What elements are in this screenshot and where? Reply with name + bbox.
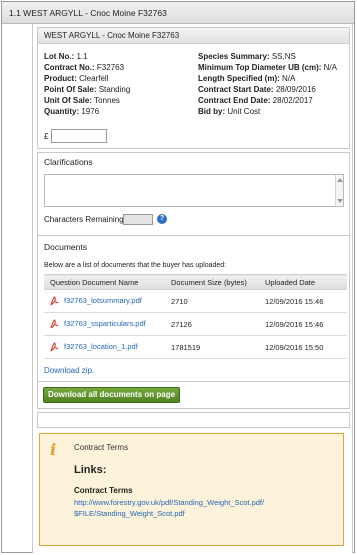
field-point-of-sale: Point Of Sale: Standing <box>44 85 131 94</box>
col-uploaded-date: Uploaded Date <box>259 274 347 290</box>
documents-panel: Documents Below are a list of documents … <box>37 235 350 395</box>
links-heading: Links: <box>74 464 107 476</box>
documents-table-header: Question Document Name Document Size (by… <box>44 274 347 290</box>
field-contract-end-date: Contract End Date: 28/02/2017 <box>198 96 313 105</box>
field-product: Product: Clearfell <box>44 74 109 83</box>
contract-terms-url-line1[interactable]: http://www.forestry.gov.uk/pdf/Standing_… <box>74 498 264 507</box>
documents-title: Documents <box>44 242 87 252</box>
contract-terms-url-line2[interactable]: $FILE/Standing_Weight_Scot.pdf <box>74 509 185 518</box>
download-zip-link[interactable]: Download zip. <box>44 366 94 375</box>
download-all-bar: Download all documents on page <box>37 381 350 409</box>
clarifications-textarea[interactable] <box>44 174 344 207</box>
document-size: 27126 <box>165 312 259 336</box>
col-document-size: Document Size (bytes) <box>165 274 259 290</box>
field-contract-no: Contract No.: F32763 <box>44 63 125 72</box>
field-length-specified: Length Specified (m): N/A <box>198 74 296 83</box>
table-row: f32763_lotsummary.pdf 2710 12/09/2016 15… <box>44 289 347 313</box>
col-document-name: Question Document Name <box>44 274 165 290</box>
characters-remaining-value <box>123 214 153 225</box>
field-contract-start-date: Contract Start Date: 28/09/2016 <box>198 85 316 94</box>
bid-price-input[interactable] <box>51 129 107 143</box>
document-link[interactable]: f32763_ssparticulars.pdf <box>64 319 146 328</box>
document-size: 1781519 <box>165 335 259 359</box>
lot-summary-panel: WEST ARGYLL - Cnoc Moine F32763 Lot No.:… <box>37 27 350 149</box>
field-unit-of-sale: Unit Of Sale: Tonnes <box>44 96 120 105</box>
document-date: 12/09/2016 15:46 <box>259 289 347 313</box>
clarifications-panel: Clarifications Characters Remaining: ? <box>37 152 350 244</box>
info-icon: i <box>50 440 57 459</box>
scroll-down-icon[interactable] <box>337 199 343 203</box>
pdf-icon <box>50 342 59 352</box>
document-date: 12/09/2016 15:50 <box>259 335 347 359</box>
spacer-panel <box>37 412 350 428</box>
field-lot-no: Lot No.: 1.1 <box>44 52 88 61</box>
lot-header: WEST ARGYLL - Cnoc Moine F32763 <box>38 28 349 44</box>
help-icon[interactable]: ? <box>157 214 167 224</box>
document-link[interactable]: f32763_location_1.pdf <box>64 342 138 351</box>
characters-remaining-label: Characters Remaining: <box>44 215 126 224</box>
table-row: f32763_ssparticulars.pdf 27126 12/09/201… <box>44 312 347 336</box>
dialog-window: 1.1 WEST ARGYLL - Cnoc Moine F32763 WEST… <box>1 1 355 553</box>
field-species-summary: Species Summary: SS,NS <box>198 52 296 61</box>
dialog-title: 1.1 WEST ARGYLL - Cnoc Moine F32763 <box>9 8 167 18</box>
document-link[interactable]: f32763_lotsummary.pdf <box>64 296 142 305</box>
field-min-top-diameter: Minimum Top Diameter UB (cm): N/A <box>198 63 337 72</box>
documents-intro: Below are a list of documents that the b… <box>44 262 227 269</box>
table-row: f32763_location_1.pdf 1781519 12/09/2016… <box>44 335 347 359</box>
document-size: 2710 <box>165 289 259 313</box>
dialog-title-bar: 1.1 WEST ARGYLL - Cnoc Moine F32763 <box>2 2 354 24</box>
lot-detail-container: WEST ARGYLL - Cnoc Moine F32763 Lot No.:… <box>32 24 353 553</box>
scroll-up-icon[interactable] <box>337 178 343 182</box>
contract-terms-section: i Contract Terms Links: Contract Terms h… <box>37 431 350 550</box>
download-all-button[interactable]: Download all documents on page <box>43 387 180 403</box>
documents-table: Question Document Name Document Size (by… <box>44 274 347 359</box>
pdf-icon <box>50 296 59 306</box>
lot-header-title: WEST ARGYLL - Cnoc Moine F32763 <box>44 31 180 40</box>
clarifications-title: Clarifications <box>44 157 93 167</box>
contract-terms-title: Contract Terms <box>74 443 129 452</box>
field-bid-by: Bid by: Unit Cost <box>198 107 261 116</box>
contract-terms-notice: i Contract Terms Links: Contract Terms h… <box>39 433 344 546</box>
document-date: 12/09/2016 15:46 <box>259 312 347 336</box>
textarea-scrollbar[interactable] <box>335 175 343 206</box>
pdf-icon <box>50 319 59 329</box>
contract-terms-label: Contract Terms <box>74 486 133 495</box>
currency-symbol: £ <box>44 132 49 141</box>
field-quantity: Quantity: 1976 <box>44 107 100 116</box>
